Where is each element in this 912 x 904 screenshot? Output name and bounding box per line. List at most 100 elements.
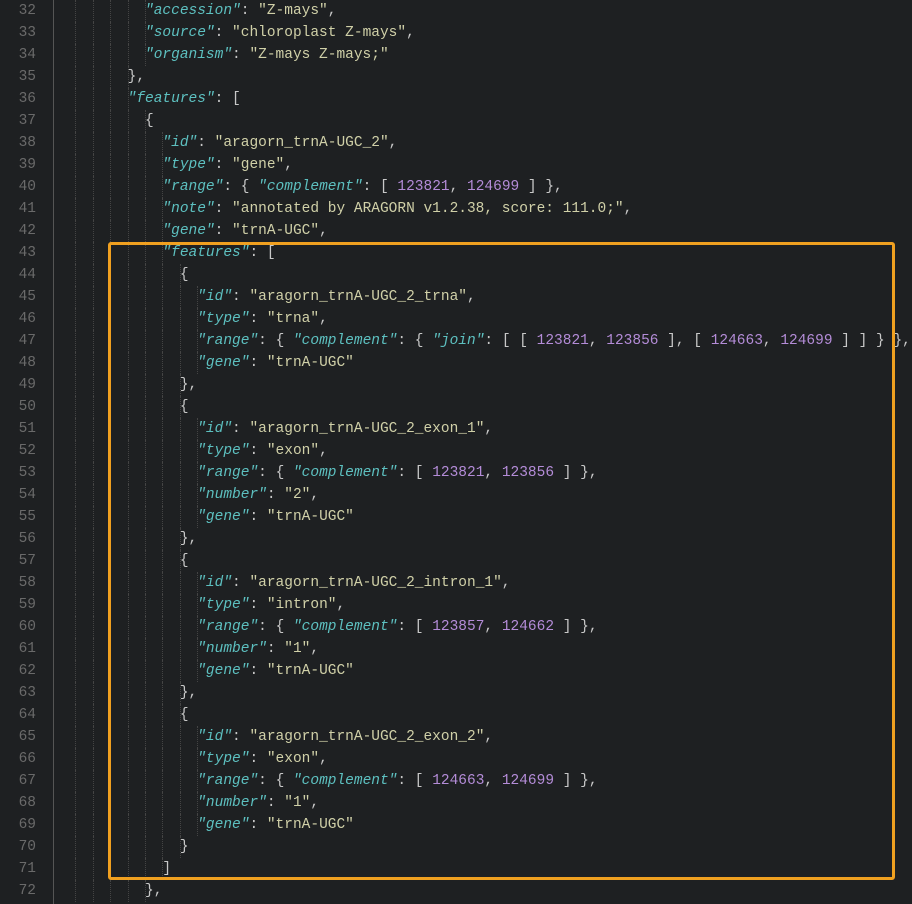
token-punc: : [232,575,249,591]
token-punc: , [328,3,337,19]
token-brace: ] } [554,465,589,481]
code-line[interactable]: { [58,396,912,418]
code-line[interactable]: "gene": "trnA-UGC" [58,814,912,836]
code-line[interactable]: } [58,836,912,858]
code-text: "gene": "trnA-UGC" [58,817,354,833]
code-line[interactable]: }, [58,880,912,902]
token-key: "range" [162,179,223,195]
token-punc: : [232,289,249,305]
code-line[interactable]: "accession": "Z-mays", [58,0,912,22]
code-line[interactable]: "range": { "complement": { "join": [ [ 1… [58,330,912,352]
code-line[interactable]: }, [58,682,912,704]
fold-indicator-line [53,0,54,904]
token-brace: [ [232,91,241,107]
code-line[interactable]: "range": { "complement": [ 124663, 12469… [58,770,912,792]
code-line[interactable]: "type": "intron", [58,594,912,616]
token-brace: { [276,333,293,349]
code-line[interactable]: "type": "exon", [58,440,912,462]
token-key: "features" [162,245,249,261]
code-line[interactable]: "gene": "trnA-UGC" [58,352,912,374]
token-str: "trna" [267,311,319,327]
code-text: } [58,839,189,855]
code-line[interactable]: { [58,704,912,726]
token-key: "features" [128,91,215,107]
code-line[interactable]: "number": "2", [58,484,912,506]
token-key: "range" [197,465,258,481]
token-key: "gene" [197,509,249,525]
code-line[interactable]: "organism": "Z-mays Z-mays;" [58,44,912,66]
code-line[interactable]: "gene": "trnA-UGC", [58,220,912,242]
code-line[interactable]: "features": [ [58,242,912,264]
code-line[interactable]: }, [58,528,912,550]
token-punc: : [215,223,232,239]
token-num: 124662 [502,619,554,635]
token-punc: : [232,421,249,437]
code-line[interactable]: "type": "trna", [58,308,912,330]
code-line[interactable]: "source": "chloroplast Z-mays", [58,22,912,44]
token-punc: , [319,751,328,767]
code-line[interactable]: "range": { "complement": [ 123821, 12469… [58,176,912,198]
code-line[interactable]: "type": "exon", [58,748,912,770]
code-line[interactable]: ] [58,858,912,880]
code-line[interactable]: { [58,110,912,132]
code-line[interactable]: "id": "aragorn_trnA-UGC_2_intron_1", [58,572,912,594]
token-brace: [ [415,465,432,481]
token-str: "1" [284,641,310,657]
token-brace: { [180,399,189,415]
code-text: "id": "aragorn_trnA-UGC_2_intron_1", [58,575,511,591]
code-line[interactable]: }, [58,374,912,396]
code-line[interactable]: "range": { "complement": [ 123821, 12385… [58,462,912,484]
token-punc: , [467,289,476,305]
line-number: 67 [0,770,46,792]
code-area[interactable]: "accession": "Z-mays", "source": "chloro… [54,0,912,904]
code-line[interactable]: "id": "aragorn_trnA-UGC_2_trna", [58,286,912,308]
code-line[interactable]: "id": "aragorn_trnA-UGC_2", [58,132,912,154]
token-punc: , [310,487,319,503]
line-number: 58 [0,572,46,594]
token-str: "trnA-UGC" [267,509,354,525]
token-str: "Z-mays Z-mays;" [249,47,388,63]
token-brace: [ [267,245,276,261]
token-brace: { [145,113,154,129]
code-line[interactable]: "number": "1", [58,792,912,814]
token-punc: : [267,795,284,811]
line-number: 39 [0,154,46,176]
token-punc: : [258,333,275,349]
code-line[interactable]: "id": "aragorn_trnA-UGC_2_exon_2", [58,726,912,748]
code-line[interactable]: { [58,550,912,572]
code-line[interactable]: "number": "1", [58,638,912,660]
token-brace: ] ] } } [833,333,903,349]
line-number: 41 [0,198,46,220]
token-key: "complement" [293,333,397,349]
token-brace: ] } [519,179,554,195]
code-line[interactable]: "range": { "complement": [ 123857, 12466… [58,616,912,638]
token-key: "type" [197,311,249,327]
code-line[interactable]: "gene": "trnA-UGC" [58,506,912,528]
token-punc: , [589,333,606,349]
code-text: "features": [ [58,245,276,261]
token-punc: , [310,795,319,811]
code-line[interactable]: { [58,264,912,286]
token-brace: ] } [554,773,589,789]
token-num: 124699 [502,773,554,789]
token-brace: { [415,333,432,349]
token-str: "intron" [267,597,337,613]
code-line[interactable]: "gene": "trnA-UGC" [58,660,912,682]
code-text: }, [58,531,197,547]
line-number: 48 [0,352,46,374]
code-editor[interactable]: 3233343536373839404142434445464748495051… [0,0,912,904]
token-str: "Z-mays" [258,3,328,19]
token-num: 123821 [537,333,589,349]
line-number: 34 [0,44,46,66]
token-punc: , [624,201,633,217]
token-key: "source" [145,25,215,41]
code-line[interactable]: "note": "annotated by ARAGORN v1.2.38, s… [58,198,912,220]
code-text: "number": "1", [58,795,319,811]
code-line[interactable]: "type": "gene", [58,154,912,176]
code-line[interactable]: "id": "aragorn_trnA-UGC_2_exon_1", [58,418,912,440]
token-key: "type" [197,443,249,459]
code-line[interactable]: }, [58,66,912,88]
code-text: "type": "exon", [58,751,328,767]
code-line[interactable]: "features": [ [58,88,912,110]
token-punc: : [241,3,258,19]
